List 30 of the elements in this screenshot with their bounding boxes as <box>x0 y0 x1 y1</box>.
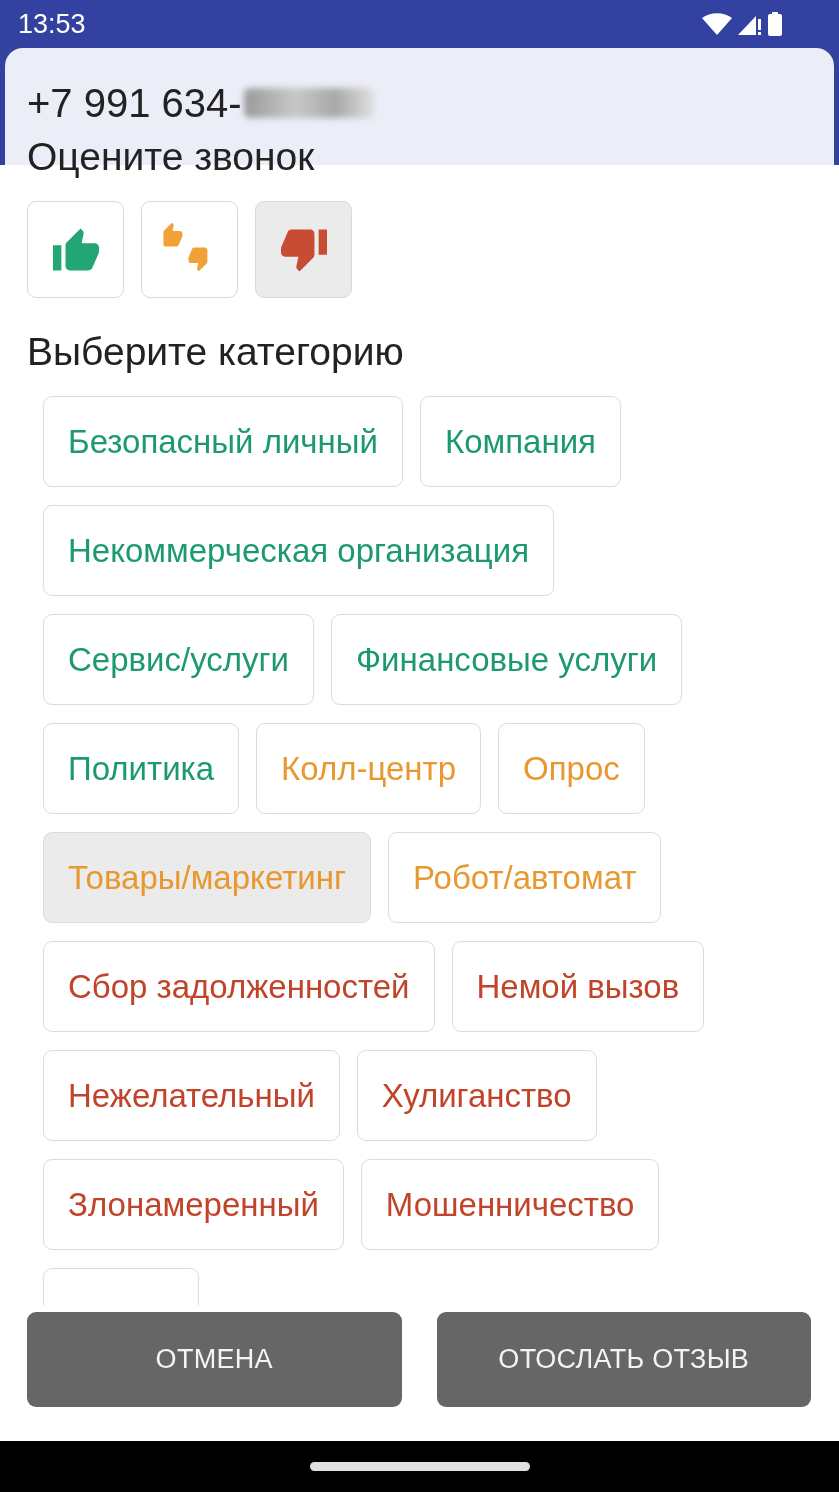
category-chip[interactable]: Мошенничество <box>360 1159 660 1250</box>
category-chip[interactable]: Безопасный личный <box>43 396 403 487</box>
submit-button[interactable]: ОТОСЛАТЬ ОТЗЫВ <box>436 1312 811 1407</box>
category-chip[interactable]: Немой вызов <box>451 941 705 1032</box>
category-chip[interactable]: Злонамеренный <box>43 1159 344 1250</box>
category-chip[interactable]: Нежелательный <box>43 1050 340 1141</box>
wifi-icon <box>702 13 732 35</box>
rating-button[interactable] <box>141 201 238 298</box>
thumbs-down-icon <box>280 227 327 272</box>
category-chip[interactable]: Товары/маркетинг <box>43 832 371 923</box>
category-chip[interactable]: Опрос <box>498 723 645 814</box>
category-chip[interactable]: Политика <box>43 723 240 814</box>
phone-number: +7 991 634- <box>27 80 242 127</box>
category-chip[interactable]: Компания <box>419 396 621 487</box>
category-title: Выберите категорию <box>27 329 404 375</box>
battery-icon <box>768 12 782 36</box>
cancel-button[interactable]: ОТМЕНА <box>27 1312 402 1407</box>
category-chip[interactable]: Финансовые услуги <box>331 614 683 705</box>
category-chip[interactable]: Некоммерческая организация <box>43 505 555 596</box>
category-chip[interactable]: Робот/автомат <box>387 832 662 923</box>
category-chip[interactable]: Сбор задолженностей <box>43 941 435 1032</box>
rating-title: Оцените звонок <box>27 134 315 180</box>
category-chip[interactable]: Хулиганство <box>356 1050 597 1141</box>
rating-button[interactable] <box>27 201 124 298</box>
category-chip[interactable]: Колл-центр <box>256 723 482 814</box>
rating-button[interactable] <box>255 201 352 298</box>
thumbs-up-icon <box>52 227 99 272</box>
clock-time: 13:53 <box>18 8 86 40</box>
category-chip[interactable]: Сервис/услуги <box>43 614 315 705</box>
home-indicator[interactable] <box>309 1462 530 1471</box>
